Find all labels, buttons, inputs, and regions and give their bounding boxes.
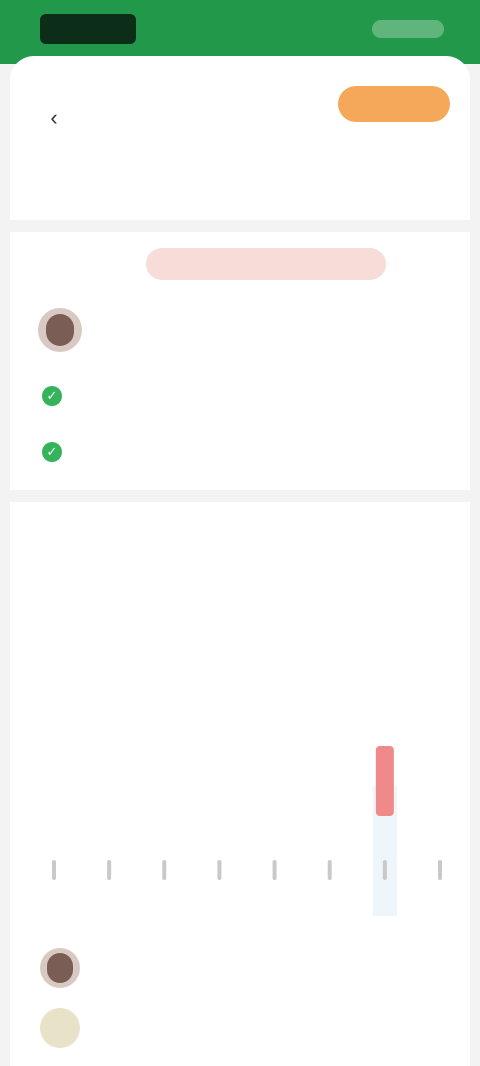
main-card: ‹ ✓ ✓: [10, 56, 470, 1066]
check-row-1: ✓: [42, 384, 302, 410]
checkmark-icon: ✓: [42, 442, 62, 462]
segment-tabs: [10, 156, 470, 214]
section-title: [40, 530, 260, 554]
bar-chart: [52, 746, 442, 916]
chart-tabs: [10, 580, 470, 612]
check-row-2: ✓: [42, 440, 302, 466]
checkmark-icon: ✓: [42, 386, 62, 406]
status-time: [40, 14, 136, 44]
section-divider: [10, 220, 470, 232]
legend-item-2: [290, 672, 400, 702]
header-action-button[interactable]: [338, 86, 450, 122]
tab-3[interactable]: [260, 580, 330, 612]
tab-1[interactable]: [70, 580, 110, 612]
filter-pill[interactable]: [146, 248, 386, 280]
avatar: [40, 948, 80, 988]
legend-label: [40, 672, 120, 702]
header-title: [170, 106, 310, 130]
tab-2[interactable]: [160, 580, 220, 612]
chart-bar: [375, 746, 394, 816]
section-title-2: [40, 902, 380, 926]
status-bar: [0, 0, 480, 64]
avatar: [40, 1008, 80, 1048]
list-item[interactable]: [10, 1002, 470, 1062]
chart-legend: [10, 672, 470, 702]
tab-4[interactable]: [360, 580, 430, 612]
avatar: [38, 308, 82, 352]
filter-row: [10, 242, 470, 286]
legend-item-1: [150, 672, 230, 702]
list-item[interactable]: [10, 942, 470, 1002]
section-divider: [10, 490, 470, 502]
status-indicators: [372, 20, 444, 38]
info-row: [10, 306, 470, 356]
back-arrow-icon[interactable]: ‹: [42, 106, 66, 130]
